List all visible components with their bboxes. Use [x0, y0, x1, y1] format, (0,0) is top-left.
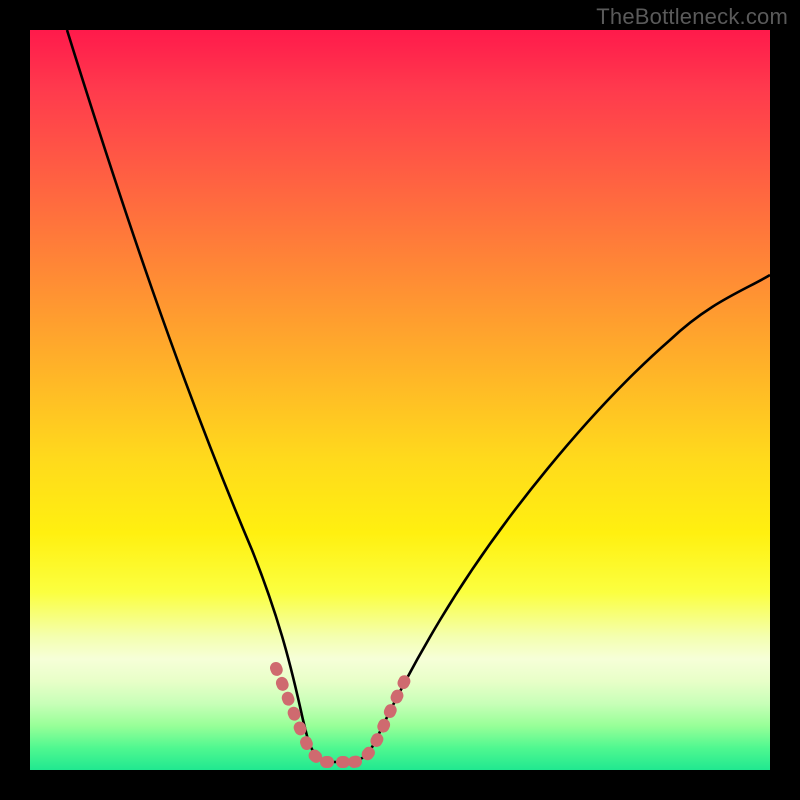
curve-left-branch — [67, 30, 308, 740]
highlight-right — [354, 678, 406, 762]
chart-frame: TheBottleneck.com — [0, 0, 800, 800]
plot-area — [30, 30, 770, 770]
watermark-text: TheBottleneck.com — [596, 4, 788, 30]
curve-layer — [30, 30, 770, 770]
curve-right-branch — [376, 275, 770, 740]
